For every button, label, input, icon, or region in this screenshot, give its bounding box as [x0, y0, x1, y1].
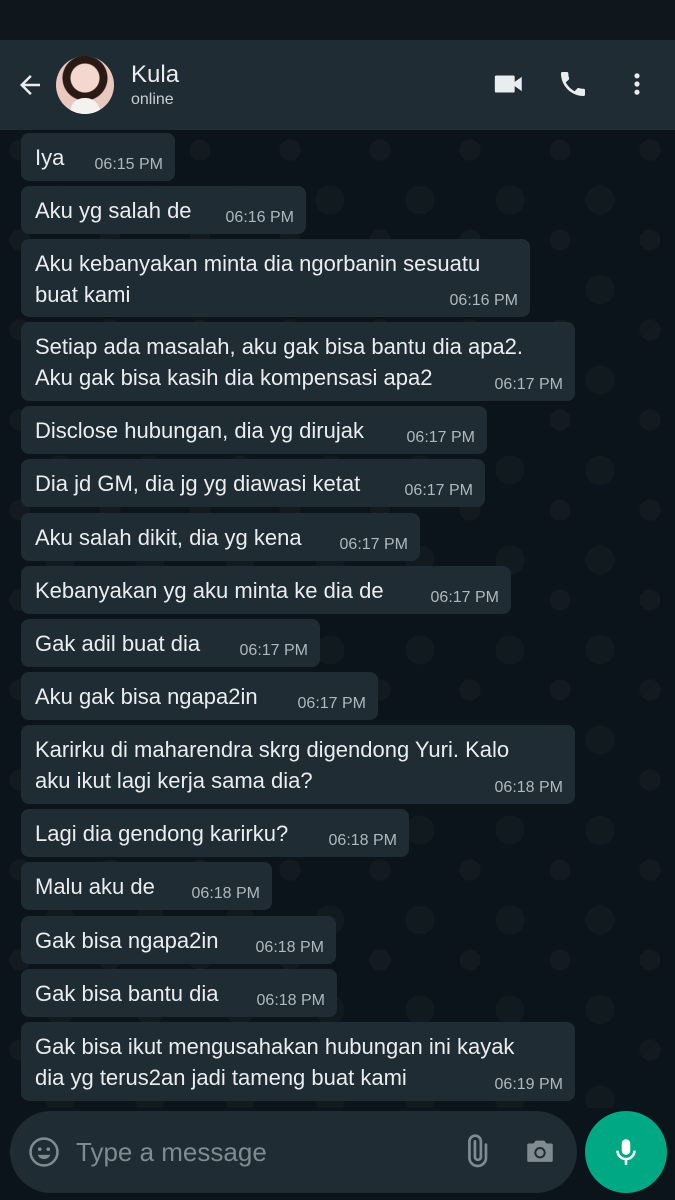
- message-bubble[interactable]: Gak bisa ikut mengusahakan hubungan ini …: [21, 1022, 575, 1101]
- emoji-button[interactable]: [24, 1132, 64, 1172]
- message-time: 06:18 PM: [494, 779, 563, 796]
- avatar[interactable]: [56, 56, 114, 114]
- message-text: Karirku di maharendra skrg digendong Yur…: [35, 737, 510, 793]
- message-input[interactable]: [74, 1135, 438, 1169]
- video-call-icon: [494, 75, 522, 93]
- contact-name: Kula: [131, 61, 180, 88]
- phone-icon: [561, 72, 585, 96]
- message-time: 06:16 PM: [225, 209, 294, 226]
- camera-button[interactable]: [518, 1130, 562, 1174]
- voice-message-button[interactable]: [585, 1111, 667, 1193]
- message-composer: [10, 1111, 577, 1193]
- microphone-icon: [616, 1139, 636, 1165]
- contact-status: online: [131, 91, 174, 108]
- message-bubble[interactable]: Aku gak bisa ngapa2in 06:17 PM: [21, 672, 378, 720]
- paperclip-icon: [468, 1134, 488, 1168]
- more-vert-icon: [634, 73, 640, 95]
- message-time: 06:15 PM: [94, 156, 163, 173]
- message-bubble[interactable]: Aku salah dikit, dia yg kena 06:17 PM: [21, 513, 420, 561]
- message-time: 06:17 PM: [494, 376, 563, 393]
- message-bubble[interactable]: Iya 06:15 PM: [21, 133, 175, 181]
- message-bubble[interactable]: Kebanyakan yg aku minta ke dia de 06:17 …: [21, 566, 511, 614]
- message-time: 06:18 PM: [328, 832, 397, 849]
- message-bubble[interactable]: Malu aku de 06:18 PM: [21, 862, 272, 910]
- contact-info[interactable]: Kula online: [131, 61, 179, 109]
- message-bubble[interactable]: Aku kebanyakan minta dia ngorbanin sesua…: [21, 239, 530, 317]
- message-time: 06:17 PM: [297, 695, 366, 712]
- status-bar: [0, 0, 675, 40]
- message-time: 06:18 PM: [191, 885, 260, 902]
- camera-icon: [527, 1140, 553, 1162]
- message-bubble[interactable]: Karirku di maharendra skrg digendong Yur…: [21, 725, 575, 804]
- emoji-icon: [29, 1137, 59, 1167]
- message-time: 06:17 PM: [239, 642, 308, 659]
- header-actions: [467, 62, 659, 106]
- message-text: Kebanyakan yg aku minta ke dia de: [35, 578, 384, 603]
- back-button[interactable]: [10, 65, 50, 105]
- message-time: 06:17 PM: [406, 429, 475, 446]
- message-bubble[interactable]: Dia jd GM, dia jg yg diawasi ketat 06:17…: [21, 459, 485, 507]
- message-time: 06:17 PM: [339, 536, 408, 553]
- message-time: 06:17 PM: [404, 482, 473, 499]
- video-call-button[interactable]: [487, 62, 531, 106]
- message-text: Gak bisa ikut mengusahakan hubungan ini …: [35, 1034, 515, 1090]
- message-time: 06:18 PM: [256, 992, 325, 1009]
- attach-button[interactable]: [454, 1130, 498, 1174]
- message-time: 06:19 PM: [494, 1076, 563, 1093]
- message-bubble[interactable]: Aku yg salah de 06:16 PM: [21, 186, 306, 234]
- message-bubble[interactable]: Gak bisa bantu dia 06:18 PM: [21, 969, 337, 1017]
- message-bubble[interactable]: Disclose hubungan, dia yg dirujak 06:17 …: [21, 406, 487, 454]
- message-time: 06:16 PM: [449, 292, 518, 309]
- menu-button[interactable]: [615, 62, 659, 106]
- message-bubble[interactable]: Gak adil buat dia 06:17 PM: [21, 619, 320, 667]
- message-text: Aku kebanyakan minta dia ngorbanin sesua…: [35, 251, 481, 307]
- message-time: 06:17 PM: [430, 589, 499, 606]
- message-bubble[interactable]: Gak bisa ngapa2in 06:18 PM: [21, 916, 336, 964]
- message-time: 06:18 PM: [255, 939, 324, 956]
- arrow-left-icon: [20, 75, 40, 95]
- message-bubble[interactable]: Setiap ada masalah, aku gak bisa bantu d…: [21, 322, 575, 401]
- message-bubble[interactable]: Lagi dia gendong karirku? 06:18 PM: [21, 809, 409, 857]
- message-list[interactable]: Iya 06:15 PM Aku yg salah de 06:16 PM Ak…: [0, 130, 675, 1108]
- chat-header: Kula online: [0, 40, 675, 130]
- voice-call-button[interactable]: [551, 62, 595, 106]
- message-text: Setiap ada masalah, aku gak bisa bantu d…: [35, 334, 524, 390]
